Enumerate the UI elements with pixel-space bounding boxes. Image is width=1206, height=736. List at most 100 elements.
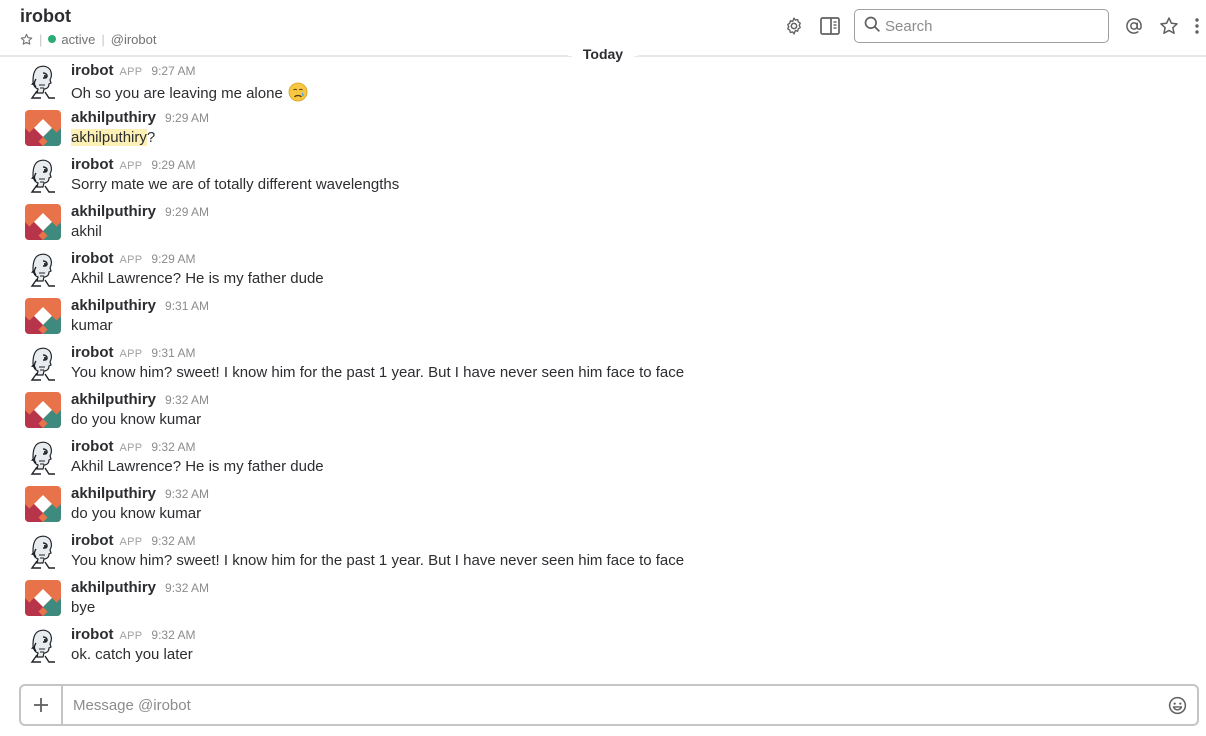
search-input[interactable]: [885, 17, 1085, 35]
message-header: akhilputhiry 9:29 AM: [71, 203, 209, 223]
message-timestamp[interactable]: 9:31 AM: [165, 299, 209, 313]
message-item[interactable]: akhilputhiry 9:32 AM bye: [0, 578, 1206, 625]
message-timestamp[interactable]: 9:32 AM: [151, 534, 195, 548]
avatar[interactable]: [25, 157, 61, 193]
message-item[interactable]: irobot APP 9:31 AM You know him? sweet! I k…: [0, 343, 1206, 390]
sender-name[interactable]: akhilputhiry: [71, 485, 156, 502]
message-body: akhil: [71, 223, 102, 241]
sender-name[interactable]: irobot: [71, 532, 114, 549]
avatar[interactable]: [25, 63, 61, 99]
star-icon[interactable]: [1158, 15, 1180, 37]
mention-highlight[interactable]: akhilputhiry: [71, 129, 147, 146]
avatar[interactable]: [25, 533, 61, 569]
message-timestamp[interactable]: 9:27 AM: [151, 64, 195, 78]
message-text: bye: [71, 599, 96, 616]
message-timestamp[interactable]: 9:32 AM: [151, 440, 195, 454]
app-badge: APP: [119, 160, 143, 172]
sender-name[interactable]: akhilputhiry: [71, 297, 156, 314]
message-header: irobot APP 9:32 AM: [71, 532, 195, 552]
message-item[interactable]: irobot APP 9:29 AM Akhil Lawrence? He is my…: [0, 249, 1206, 296]
message-header: irobot APP 9:27 AM: [71, 62, 195, 82]
sender-name[interactable]: akhilputhiry: [71, 109, 156, 126]
avatar[interactable]: [25, 110, 61, 146]
avatar[interactable]: [25, 251, 61, 287]
avatar[interactable]: [25, 486, 61, 522]
avatar[interactable]: [25, 204, 61, 240]
message-header: irobot APP 9:32 AM: [71, 438, 195, 458]
add-attachment-button[interactable]: [21, 686, 63, 724]
sender-name[interactable]: irobot: [71, 156, 114, 173]
emoji-picker-icon[interactable]: [1167, 695, 1187, 715]
message-item[interactable]: akhilputhiry 9:31 AM kumar: [0, 296, 1206, 343]
message-item[interactable]: akhilputhiry 9:32 AM do you know kumar: [0, 390, 1206, 437]
channel-title[interactable]: irobot: [20, 6, 71, 27]
message-timestamp[interactable]: 9:32 AM: [151, 628, 195, 642]
sender-name[interactable]: akhilputhiry: [71, 579, 156, 596]
sender-name[interactable]: irobot: [71, 250, 114, 267]
message-text: Akhil Lawrence? He is my father dude: [71, 458, 324, 475]
message-header: irobot APP 9:29 AM: [71, 156, 195, 176]
message-item[interactable]: akhilputhiry 9:32 AM do you know kumar: [0, 484, 1206, 531]
message-text: kumar: [71, 317, 113, 334]
message-item[interactable]: irobot APP 9:29 AM Sorry mate we are of tot…: [0, 155, 1206, 202]
app-badge: APP: [119, 348, 143, 360]
sender-name[interactable]: irobot: [71, 626, 114, 643]
message-body: Akhil Lawrence? He is my father dude: [71, 458, 324, 476]
message-input[interactable]: [73, 686, 1153, 724]
message-item[interactable]: akhilputhiry 9:29 AM akhilputhiry?: [0, 108, 1206, 155]
message-item[interactable]: irobot APP 9:32 AM Akhil Lawrence? He is my…: [0, 437, 1206, 484]
message-header: akhilputhiry 9:32 AM: [71, 579, 209, 599]
message-text: do you know kumar: [71, 505, 202, 522]
sender-name[interactable]: irobot: [71, 438, 114, 455]
message-item[interactable]: irobot APP 9:32 AM You know him? sweet! I k…: [0, 531, 1206, 578]
message-body: You know him? sweet! I know him for the …: [71, 552, 684, 570]
day-divider-label[interactable]: Today: [572, 46, 634, 62]
search-box[interactable]: [854, 9, 1109, 43]
avatar[interactable]: [25, 439, 61, 475]
message-item[interactable]: irobot APP 9:32 AM ok. catch you later: [0, 625, 1206, 672]
message-item[interactable]: akhilputhiry 9:29 AM akhil: [0, 202, 1206, 249]
day-divider-line: [638, 55, 1206, 56]
more-vertical-icon[interactable]: [1188, 15, 1206, 37]
message-text: Akhil Lawrence? He is my father dude: [71, 270, 324, 287]
message-text: ok. catch you later: [71, 646, 193, 663]
sender-name[interactable]: akhilputhiry: [71, 391, 156, 408]
sender-name[interactable]: irobot: [71, 344, 114, 361]
sender-name[interactable]: irobot: [71, 62, 114, 79]
message-header: irobot APP 9:32 AM: [71, 626, 195, 646]
search-icon: [864, 16, 880, 37]
message-item[interactable]: irobot APP 9:27 AM Oh so you are leaving me…: [0, 61, 1206, 108]
at-mention-icon[interactable]: [1123, 15, 1145, 37]
message-body: akhilputhiry?: [71, 129, 155, 147]
message-list: irobot APP 9:27 AM Oh so you are leaving me…: [0, 61, 1206, 672]
message-timestamp[interactable]: 9:32 AM: [165, 487, 209, 501]
message-timestamp[interactable]: 9:29 AM: [165, 205, 209, 219]
avatar[interactable]: [25, 627, 61, 663]
message-body: do you know kumar: [71, 505, 201, 523]
message-body: bye: [71, 599, 95, 617]
gear-icon[interactable]: [783, 15, 805, 37]
message-body: You know him? sweet! I know him for the …: [71, 364, 684, 382]
message-timestamp[interactable]: 9:32 AM: [165, 581, 209, 595]
sidebar-toggle-icon[interactable]: [819, 15, 841, 37]
message-text: You know him? sweet! I know him for the …: [71, 364, 685, 381]
message-timestamp[interactable]: 9:29 AM: [165, 111, 209, 125]
message-timestamp[interactable]: 9:32 AM: [165, 393, 209, 407]
message-text: do you know kumar: [71, 411, 202, 428]
avatar[interactable]: [25, 580, 61, 616]
sender-name[interactable]: akhilputhiry: [71, 203, 156, 220]
avatar[interactable]: [25, 392, 61, 428]
message-header: irobot APP 9:31 AM: [71, 344, 195, 364]
message-header: akhilputhiry 9:32 AM: [71, 391, 209, 411]
message-timestamp[interactable]: 9:29 AM: [151, 158, 195, 172]
avatar[interactable]: [25, 345, 61, 381]
app-badge: APP: [119, 254, 143, 266]
message-timestamp[interactable]: 9:31 AM: [151, 346, 195, 360]
app-badge: APP: [119, 442, 143, 454]
message-timestamp[interactable]: 9:29 AM: [151, 252, 195, 266]
avatar[interactable]: [25, 298, 61, 334]
presence-dot: [48, 35, 57, 43]
message-text: akhil: [71, 223, 102, 240]
day-divider-line: [0, 55, 568, 56]
message-body: Sorry mate we are of totally different w…: [71, 176, 399, 194]
